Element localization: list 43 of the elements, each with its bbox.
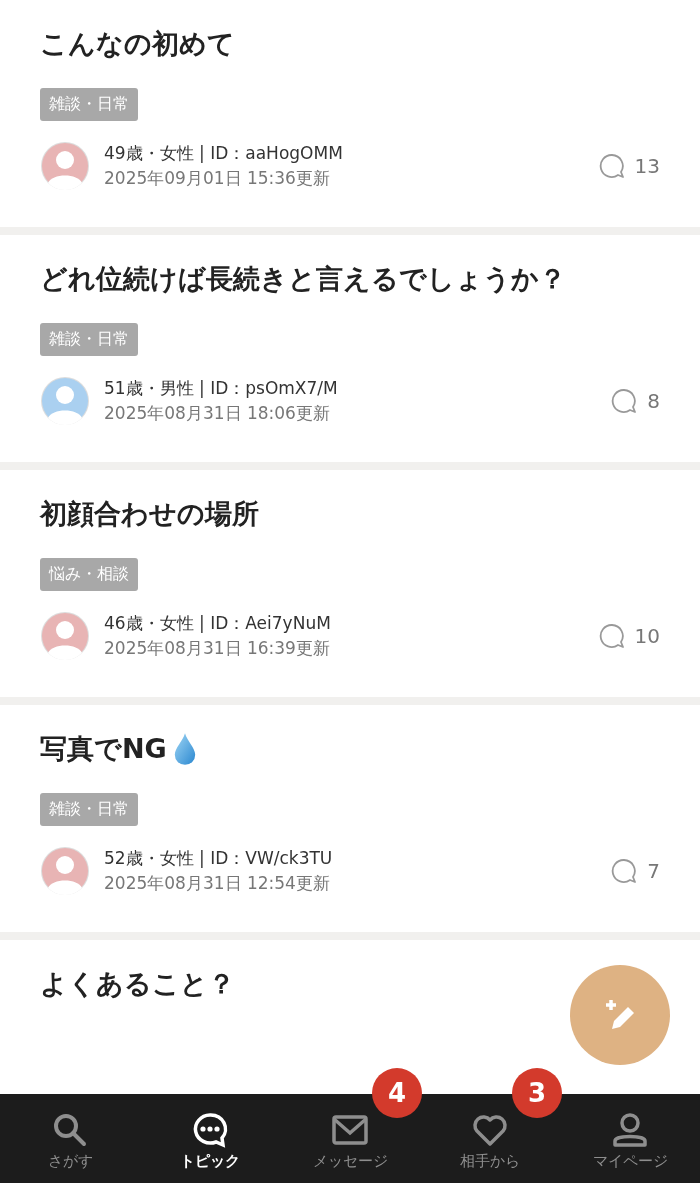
comment-count: 13	[634, 154, 660, 178]
updated-time: 2025年08月31日 16:39更新	[104, 637, 331, 660]
post-title: 写真でNG	[40, 732, 167, 766]
post-title: こんなの初めて	[40, 27, 235, 61]
unread-badge: 3	[512, 1068, 562, 1118]
updated-time: 2025年08月31日 18:06更新	[104, 402, 331, 425]
comment-count: 8	[647, 389, 660, 413]
search-icon	[52, 1112, 88, 1148]
chat-bubble-icon	[192, 1112, 228, 1148]
avatar-icon	[40, 141, 90, 191]
comment-count: 10	[634, 624, 660, 648]
nav-tab[interactable]: マイページ	[560, 1094, 700, 1183]
comment-icon	[598, 153, 625, 179]
comment-count: 7	[647, 859, 660, 883]
updated-time: 2025年09月01日 15:36更新	[104, 167, 331, 190]
category-tag: 雑談・日常	[40, 793, 138, 826]
post-title: どれ位続けば長続きと言えるでしょうか？	[40, 262, 566, 296]
avatar-icon	[40, 376, 90, 426]
heart-icon	[472, 1112, 508, 1148]
post-card[interactable]: 初顔合わせの場所 悩み・相談 46歳・女性 | ID：Aei7yNuM 2025年08月31日 16:39更新 10	[0, 470, 700, 697]
person-icon	[612, 1112, 648, 1148]
comment-icon	[611, 388, 638, 414]
post-card[interactable]: こんなの初めて 雑談・日常 49歳・女性 | ID：aaHogOMM 2025年09月01日 15:36更新 13	[0, 0, 700, 227]
nav-tab[interactable]: トピック	[140, 1094, 280, 1183]
author-info: 46歳・女性 | ID：Aei7yNuM	[104, 612, 332, 635]
author-info: 51歳・男性 | ID：psOmX7/M	[104, 377, 339, 400]
post-title: 初顔合わせの場所	[40, 497, 259, 531]
updated-time: 2025年08月31日 12:54更新	[104, 872, 331, 895]
nav-tab[interactable]: さがす	[0, 1094, 140, 1183]
category-tag: 雑談・日常	[40, 88, 138, 121]
post-card[interactable]: どれ位続けば長続きと言えるでしょうか？ 雑談・日常 51歳・男性 | ID：psOmX7/M 2025年08月31日 18:06更新 8	[0, 235, 700, 462]
avatar-icon	[40, 611, 90, 661]
author-info: 52歳・女性 | ID：VW/ck3TU	[104, 847, 334, 870]
unread-badge: 4	[372, 1068, 422, 1118]
category-tag: 悩み・相談	[40, 558, 138, 591]
author-info: 49歳・女性 | ID：aaHogOMM	[104, 142, 344, 165]
comment-icon	[611, 858, 638, 884]
post-card[interactable]: 写真でNG 雑談・日常 52歳・女性 | ID：VW/ck3TU 2025年08月31日 12:54更新 7	[0, 705, 700, 932]
comment-icon	[598, 623, 625, 649]
avatar-icon	[40, 846, 90, 896]
envelope-icon	[332, 1112, 368, 1148]
post-title: よくあること？	[40, 967, 235, 1001]
category-tag: 雑談・日常	[40, 323, 138, 356]
